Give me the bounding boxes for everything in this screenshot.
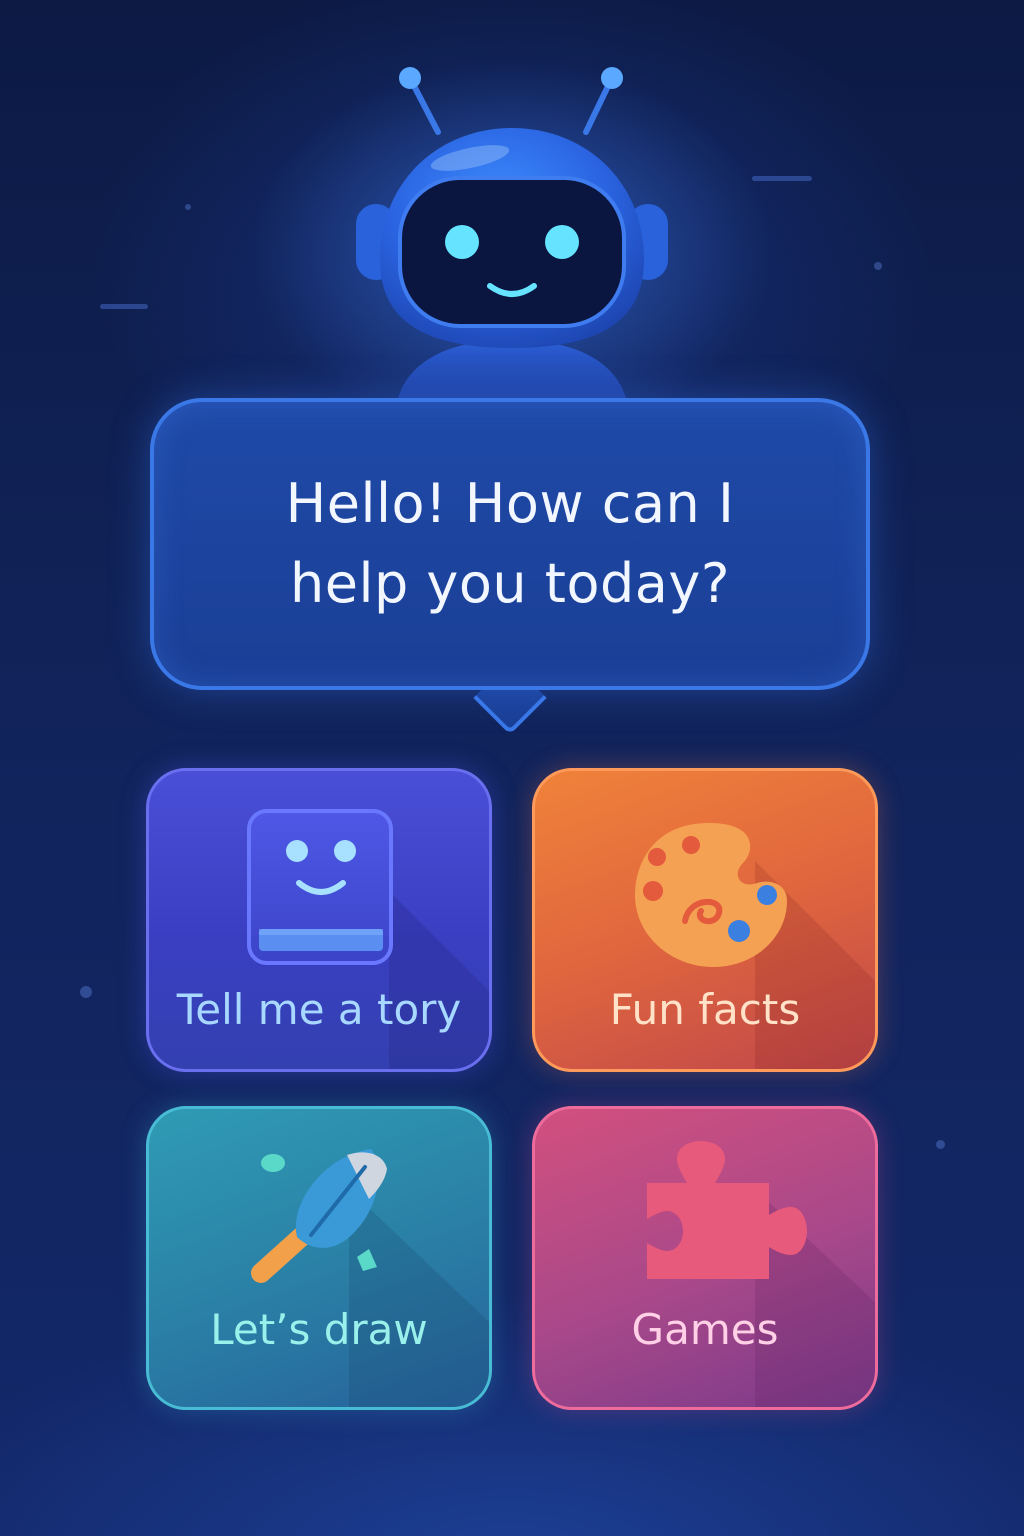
- paintbrush-icon: [251, 1149, 489, 1407]
- lets-draw-label: Let’s draw: [210, 1305, 428, 1354]
- puzzle-piece-icon: [647, 1141, 875, 1407]
- greeting-line-1: Hello! How can I: [285, 472, 735, 535]
- lets-draw-button[interactable]: Let’s draw: [146, 1106, 492, 1410]
- greeting-text: Hello! How can I help you today?: [286, 464, 735, 624]
- tell-story-button[interactable]: Tell me a tory: [146, 768, 492, 1072]
- fun-facts-button[interactable]: Fun facts: [532, 768, 878, 1072]
- games-button[interactable]: Games: [532, 1106, 878, 1410]
- robot-mascot: [0, 0, 1024, 420]
- games-label: Games: [631, 1305, 779, 1354]
- greeting-speech-bubble: Hello! How can I help you today?: [150, 398, 870, 690]
- fun-facts-label: Fun facts: [609, 985, 801, 1034]
- background-sparkle: [80, 986, 92, 998]
- tell-story-label: Tell me a tory: [176, 985, 462, 1034]
- greeting-line-2: help you today?: [290, 552, 730, 615]
- background-sparkle: [936, 1140, 945, 1149]
- robot-icon: [252, 60, 772, 420]
